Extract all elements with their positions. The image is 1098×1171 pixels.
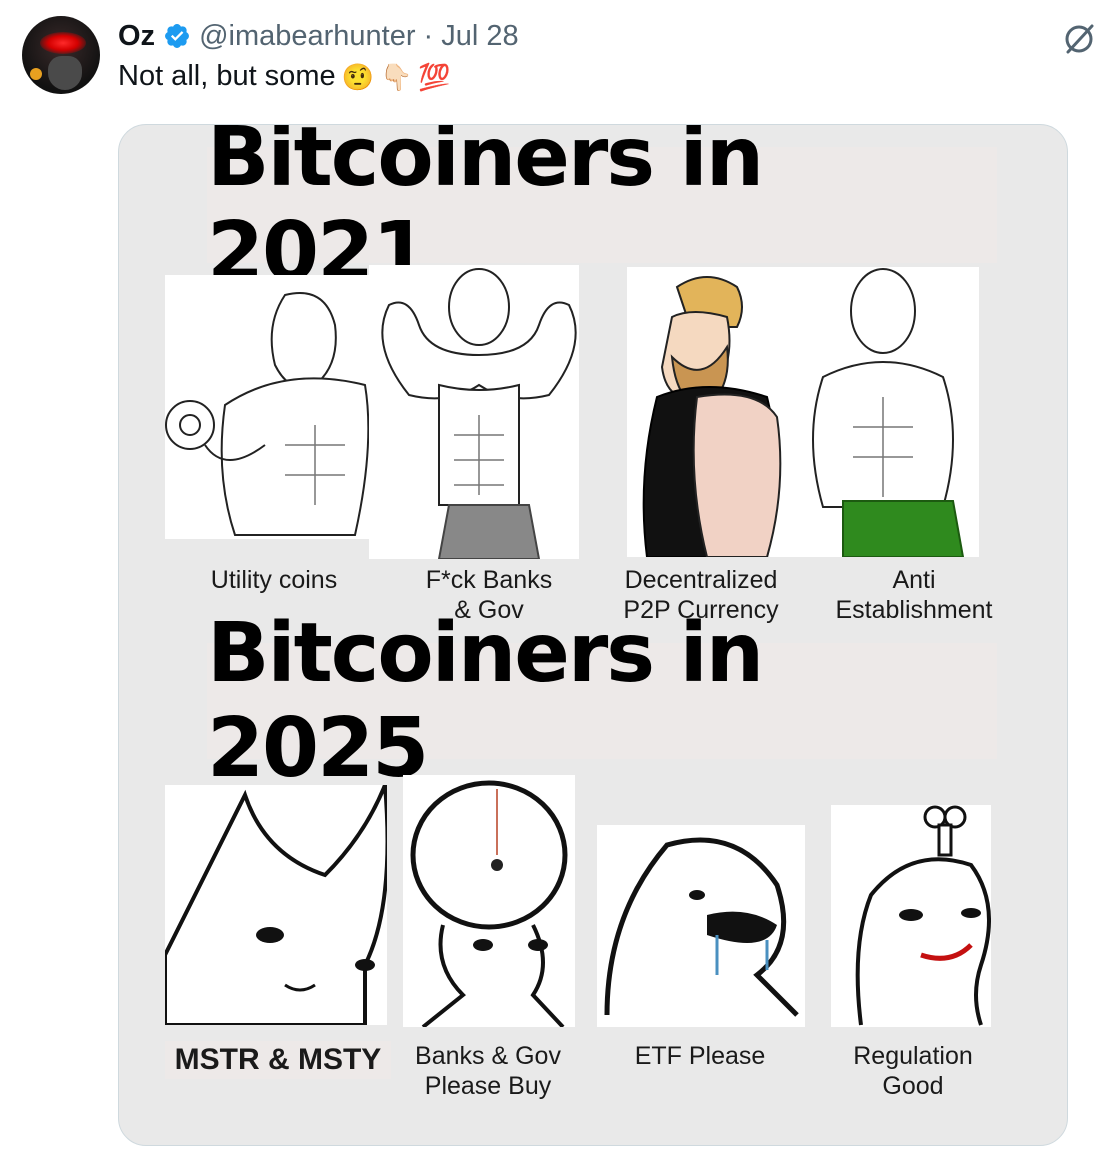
label-line: Decentralized [624,566,778,594]
meme-title-2021: Bitcoiners in 2021 [207,125,997,300]
label-line: F*ck Banks [425,566,553,594]
panel-mstr-msty [165,785,387,1025]
raised-eyebrow-emoji-icon: 🤨 [341,61,374,92]
label-line: Anti [892,566,936,594]
label-line: MSTR & MSTY [174,1043,382,1076]
label-line: Banks & Gov [415,1042,561,1070]
verified-badge-icon [163,22,191,50]
separator-dot: · [423,19,434,52]
panel-banks-gov-please-buy [403,775,575,1027]
meme-title-2025: Bitcoiners in 2025 [207,606,997,796]
label-etf-please: ETF Please [607,1041,793,1071]
tweet-date[interactable]: Jul 28 [441,20,518,53]
media-image[interactable]: Bitcoiners in 2021 Utility coins F*ck Ba… [118,124,1068,1146]
label-regulation-good: Regulation Good [823,1041,1003,1101]
hundred-points-emoji-icon: 💯 [418,61,451,92]
panel-fck-banks [369,265,579,559]
label-line: Regulation [853,1042,973,1070]
label-banks-gov-please-buy: Banks & Gov Please Buy [395,1041,581,1101]
label-mstr-msty: MSTR & MSTY [165,1041,391,1079]
label-line: ETF Please [634,1042,766,1070]
panel-utility-coins [165,275,377,539]
tweet-header: Oz @imabearhunter · Jul 28 [118,16,519,56]
avatar[interactable] [22,16,100,94]
label-line: Utility coins [210,566,338,594]
tweet-body: Not all, but some [118,60,336,92]
avatar-glow [40,32,86,54]
label-line: Good [882,1072,944,1100]
label-utility-coins: Utility coins [179,565,369,595]
avatar-coin [30,68,42,80]
panel-decentralized [627,267,797,557]
pointing-down-emoji-icon: 👇🏻 [379,61,413,92]
author-handle[interactable]: @imabearhunter [199,20,415,53]
tweet-text: Not all, but some 🤨 👇🏻 💯 [118,60,451,93]
grok-icon[interactable] [1062,22,1096,56]
label-line: Please Buy [424,1072,552,1100]
panel-anti-establishment [793,267,979,557]
panel-etf-please [597,825,805,1027]
avatar-face [48,56,82,90]
author-name[interactable]: Oz [118,20,155,53]
panel-regulation-good [831,805,991,1027]
